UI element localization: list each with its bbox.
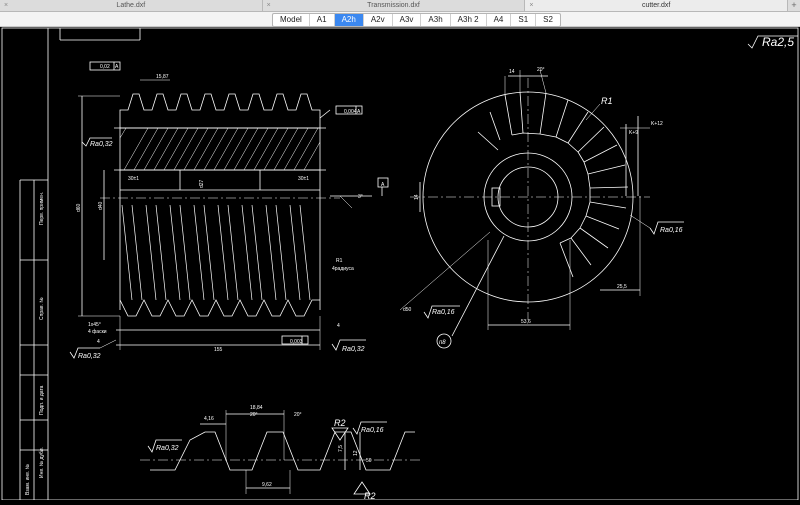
dim-4-right: 4 [337,323,340,329]
layout-a2h[interactable]: A2h [334,14,364,26]
tol-bottom-text: 0,003 [290,339,303,345]
drawing-canvas[interactable]: Перв. примен. Справ. № Подп. и дата Инв.… [0,27,800,501]
dim-155: 155 [214,347,223,353]
close-icon[interactable]: × [267,0,271,11]
layout-s2[interactable]: S2 [536,14,560,26]
layout-a1[interactable]: A1 [310,14,335,26]
dim-d40: d40 [98,201,104,210]
gear-angle-20: 20° [537,67,545,73]
tol-top-text: 0,02 [100,64,110,70]
profile-dim-9-62: 9,62 [262,482,272,488]
label-vzam: Взам. инв. № [25,464,31,495]
label-sprav: Справ. № [39,297,45,320]
profile-dim-7-5: 7,5 [338,445,344,452]
layout-a3v[interactable]: A3v [393,14,422,26]
gear-ra-bore: Ra0,16 [432,309,455,316]
tab-transmission[interactable]: × Transmission.dxf [263,0,526,11]
gear-callout: п8 [439,340,446,346]
dim-30-right: 30±1 [298,176,309,182]
layout-model[interactable]: Model [273,14,310,26]
cutter-labels: 14 20° R1 K+12 K+9 14 Ra0,16 25,5 d50 Ra… [403,67,683,346]
gear-bore-dim: 53,6 [521,319,531,325]
layout-switcher: Model A1 A2h A2v A3v A3h A3h 2 A4 S1 S2 [272,13,561,27]
dim-4-left: 4 [97,339,100,345]
profile-angle-b: 20° [294,412,302,418]
new-tab-plus-icon[interactable]: + [788,0,800,11]
angle-3: 3° [358,194,363,200]
layout-a3h[interactable]: A3h [421,14,451,26]
tab-cutter[interactable]: × cutter.dxf [525,0,789,11]
gear-dim-14: 14 [509,69,515,75]
cutter-front-view [399,69,684,349]
helical-teeth [121,204,311,301]
roughness-main-text: Ra2,5 [762,35,794,49]
chamfer-text: 1x45° [88,322,101,328]
label-podp: Подп. и дата [39,385,45,415]
layout-a2v[interactable]: A2v [364,14,393,26]
layout-toolbar: Model A1 A2h A2v A3v A3h A3h 2 A4 S1 S2 [0,12,800,27]
label-perv-primen: Перв. примен. [39,192,45,225]
profile-labels: 4,16 18,84 20° 20° Ra0,32 R2 R2 Ra0,16 7… [156,405,384,501]
profile-r2-top: R2 [334,418,346,428]
gear-d50: d50 [403,307,412,313]
profile-dim-4-16: 4,16 [204,416,214,422]
close-icon[interactable]: × [4,0,8,11]
profile-ra-right: Ra0,16 [361,427,384,434]
hatching [119,127,321,171]
tab-label: cutter.dxf [641,2,671,9]
roughness-symbol-main: Ra2,5 [747,35,798,49]
dim-30-left: 30±1 [128,176,139,182]
hob-side-view [69,61,389,359]
radius-note: R1 [336,258,343,264]
gear-dim-25-5: 25,5 [617,284,627,290]
profile-dim-12: 12 [353,450,359,456]
profile-dim-50: 50 [366,458,372,464]
profile-r2-bottom: R2 [364,491,376,500]
ra-bottom-right-text: Ra0,32 [342,346,365,353]
ra-left-text: Ra0,32 [90,141,113,148]
pitch-text: 15,87 [156,74,169,80]
gear-k12: K+12 [651,121,663,127]
gear-dim-14-left: 14 [414,194,420,200]
document-tab-bar: × Lathe.dxf × Transmission.dxf × cutter.dxf… [0,0,800,12]
cad-drawing: Перв. примен. Справ. № Подп. и дата Инв.… [1,27,799,501]
tooth-profile [140,410,420,495]
close-icon[interactable]: × [529,0,533,11]
gear-ra-right: Ra0,16 [660,227,683,234]
tab-label: Lathe.dxf [116,2,146,9]
layout-a3h-2[interactable]: A3h 2 [451,14,487,26]
gear-radius: R1 [601,96,613,106]
chamfer-text-2: 4 фаски [88,329,107,335]
gear-k9: K+9 [629,130,638,136]
radius-note-2: 4радиуса [332,266,354,272]
tol-right-text: 0,004 [344,109,357,115]
datum-top: A [115,64,119,70]
tab-label: Transmission.dxf [367,2,420,9]
title-block-labels: Перв. примен. Справ. № Подп. и дата Инв.… [25,192,45,495]
tab-lathe[interactable]: × Lathe.dxf [0,0,263,11]
profile-ra-left: Ra0,32 [156,445,179,452]
dim-d27: d27 [199,179,205,188]
layout-s1[interactable]: S1 [511,14,537,26]
ra-bottom-left-text: Ra0,32 [78,353,101,360]
profile-angle-a: 20° [250,412,258,418]
layout-a4[interactable]: A4 [487,14,512,26]
drawing-frame [1,27,799,501]
label-inv-dubl: Инв. № дубл. [39,447,45,478]
profile-dim-18-84: 18,84 [250,405,263,411]
dim-d60: d60 [76,203,82,212]
